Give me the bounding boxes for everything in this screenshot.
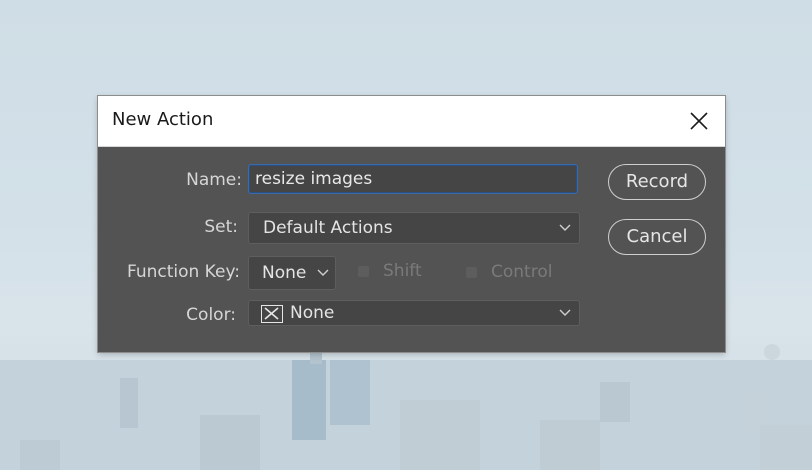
color-select-value: None [290,303,335,323]
shift-label: Shift [383,261,422,281]
name-input[interactable] [248,164,578,194]
shift-checkbox[interactable] [358,265,369,277]
control-checkbox-group: Control [466,262,552,282]
chevron-down-icon [559,309,571,316]
dialog-title: New Action [112,109,214,130]
dialog-titlebar: New Action [98,96,725,147]
record-button[interactable]: Record [608,164,706,200]
chevron-down-icon [559,224,571,231]
chevron-down-icon [317,269,329,276]
close-icon[interactable] [684,106,714,136]
set-select-value: Default Actions [263,218,393,238]
new-action-dialog: New Action Name: Set: Default Actions Fu… [98,96,725,352]
control-label: Control [491,262,553,282]
control-checkbox[interactable] [466,266,477,278]
set-label: Set: [204,217,238,237]
function-key-label: Function Key: [126,262,240,282]
shift-checkbox-group: Shift [358,261,422,281]
color-none-x-icon [261,305,283,323]
cancel-button[interactable]: Cancel [608,219,706,255]
color-select[interactable]: None [248,300,580,326]
set-select[interactable]: Default Actions [248,212,580,244]
color-label: Color: [186,305,236,325]
name-label: Name: [186,170,242,190]
function-key-value: None [262,263,307,283]
function-key-select[interactable]: None [248,256,336,290]
desktop-background: New Action Name: Set: Default Actions Fu… [0,0,812,470]
